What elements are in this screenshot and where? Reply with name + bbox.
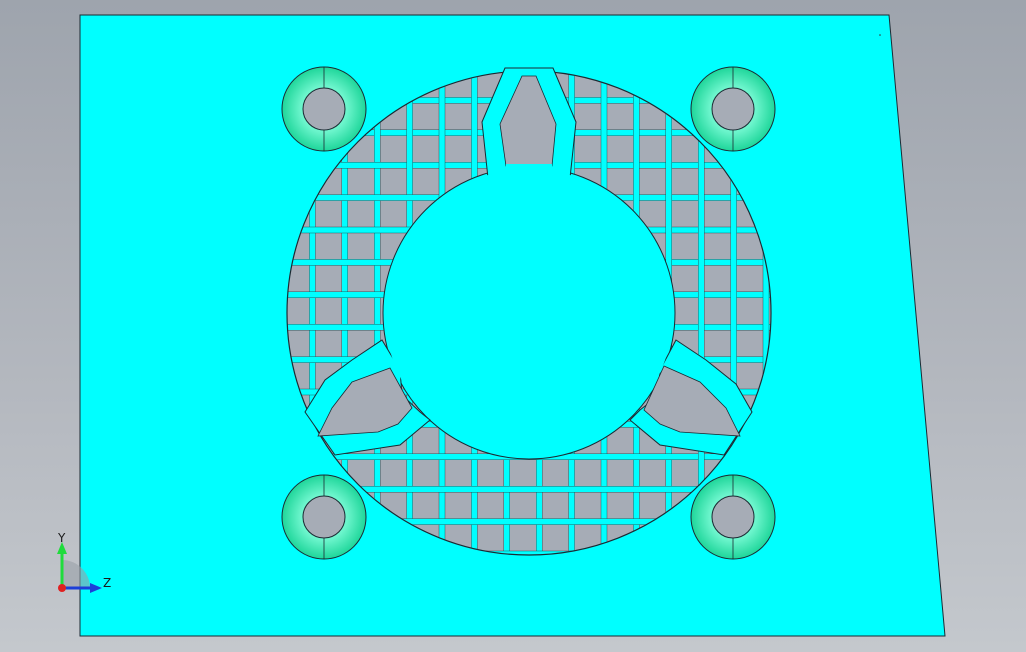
- triad-z-label: Z: [103, 576, 112, 590]
- mounting-boss[interactable]: [690, 66, 776, 152]
- mounting-boss[interactable]: [690, 474, 776, 560]
- mounting-boss[interactable]: [281, 66, 367, 152]
- graphics-viewport[interactable]: Y Z: [0, 0, 1026, 652]
- mounting-hole: [302, 495, 346, 539]
- z-axis-head: [90, 583, 102, 593]
- x-axis-dot: [58, 584, 66, 592]
- triad-y-label: Y: [58, 531, 66, 545]
- spoke-top-bridge: [506, 164, 552, 184]
- mounting-hole: [711, 87, 755, 131]
- hub-face: [385, 169, 673, 457]
- mounting-hole: [711, 495, 755, 539]
- vertex-marker: [879, 34, 881, 36]
- mounting-boss[interactable]: [281, 474, 367, 560]
- triad-quadrant: [62, 560, 90, 588]
- mounting-hole: [302, 87, 346, 131]
